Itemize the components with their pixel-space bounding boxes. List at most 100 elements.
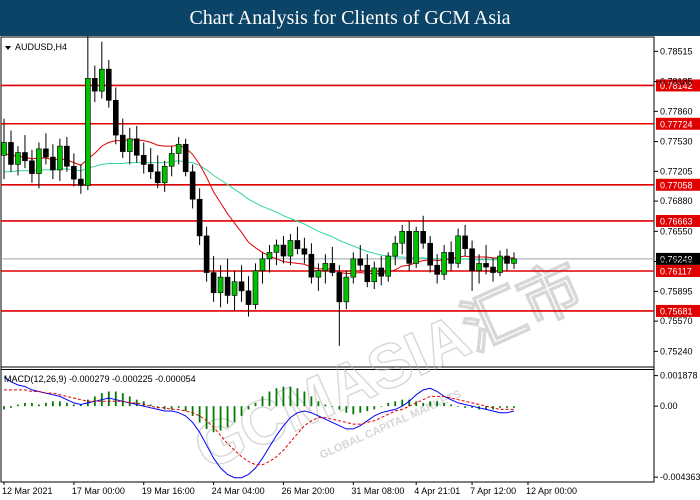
candle-body-down — [420, 231, 426, 244]
candle-body-down — [29, 160, 35, 174]
macd-tick-label: 0.00 — [660, 401, 678, 411]
macd-histogram-bar — [268, 391, 271, 407]
chart-header: Chart Analysis for Clients of GCM Asia — [0, 0, 700, 36]
candle-body-down — [112, 100, 119, 136]
price-tick-label: 0.75240 — [660, 346, 693, 356]
macd-histogram-bar — [506, 406, 508, 408]
time-tick-label: 19 Mar 16:00 — [142, 486, 195, 496]
chart-background — [0, 36, 700, 500]
candle-body-down — [329, 263, 336, 273]
macd-histogram-bar — [135, 399, 138, 407]
price-tick-label: 0.76550 — [660, 226, 693, 236]
candle-body-up — [175, 143, 182, 154]
candle-body-down — [92, 78, 98, 92]
macd-histogram-bar — [31, 402, 33, 407]
candle-body-down — [133, 138, 140, 156]
macd-histogram-bar — [303, 391, 306, 407]
macd-histogram-bar — [212, 406, 215, 433]
candle-body-up — [99, 68, 105, 92]
candle-body-down — [189, 171, 196, 200]
candle-body-down — [50, 156, 56, 171]
candle-body-down — [210, 272, 217, 294]
macd-histogram-bar — [198, 406, 201, 423]
price-tick-label: 0.78515 — [660, 46, 693, 56]
candle-body-up — [399, 231, 406, 244]
candle-body-up — [371, 267, 378, 283]
macd-histogram-bar — [310, 396, 313, 407]
time-tick-label: 12 Mar 2021 — [2, 486, 53, 496]
candle-body-up — [57, 145, 63, 171]
candle-body-up — [36, 148, 42, 174]
candle-body-down — [196, 198, 203, 237]
symbol-label: AUDUSD,H4 — [15, 42, 67, 52]
candle-body-up — [385, 255, 392, 277]
time-tick-label: 4 Apr 21:01 — [414, 486, 460, 496]
candle — [413, 226, 419, 268]
candle-body-down — [469, 248, 475, 272]
macd-histogram-bar — [387, 402, 390, 407]
macd-histogram-bar — [443, 402, 446, 407]
candle-body-up — [476, 263, 482, 272]
candle-body-up — [343, 276, 350, 303]
candle-body-down — [64, 145, 70, 167]
macd-histogram-bar — [121, 393, 124, 407]
macd-histogram-bar — [436, 401, 439, 407]
macd-histogram-bar — [52, 401, 54, 407]
chart-area[interactable]: GCMASIA汇市 GLOBAL CAPITAL MARKETS 0.78142… — [0, 36, 700, 500]
candle-body-down — [43, 148, 49, 158]
candle-body-down — [504, 255, 510, 264]
candle-body-up — [252, 270, 259, 305]
macd-histogram-bar — [72, 404, 75, 407]
candle-body-down — [336, 272, 343, 303]
price-tick-label: 0.76220 — [660, 257, 693, 267]
candle-body-down — [203, 235, 210, 273]
candle-body-down — [105, 68, 112, 101]
macd-histogram-bar — [45, 402, 47, 407]
macd-histogram-bar — [338, 406, 341, 410]
candle-body-down — [147, 164, 154, 173]
macd-histogram-bar — [457, 406, 460, 407]
macd-histogram-bar — [373, 406, 376, 410]
level-tag-label: 0.75681 — [660, 306, 693, 316]
macd-histogram-bar — [464, 406, 466, 408]
macd-histogram-bar — [114, 391, 117, 407]
macd-histogram-bar — [429, 401, 432, 407]
price-tick-label: 0.77530 — [660, 137, 693, 147]
price-tick-label: 0.76880 — [660, 196, 693, 206]
header-title: Chart Analysis for Clients of GCM Asia — [189, 6, 511, 29]
macd-histogram-bar — [247, 406, 250, 410]
macd-histogram-bar — [58, 401, 61, 407]
candle-body-up — [511, 258, 517, 264]
macd-histogram-bar — [254, 402, 257, 407]
candle-body-up — [350, 258, 357, 278]
candle-body-up — [315, 270, 322, 278]
candle-body-down — [154, 171, 161, 184]
candle-body-down — [301, 248, 308, 255]
macd-histogram-bar — [3, 406, 5, 410]
candle-body-up — [413, 231, 419, 264]
macd-histogram-bar — [331, 406, 334, 407]
candle-body-down — [238, 281, 245, 292]
macd-histogram-bar — [65, 402, 68, 407]
candle-body-down — [406, 231, 413, 264]
candle-body-down — [280, 244, 287, 257]
time-tick-label: 24 Mar 04:00 — [212, 486, 265, 496]
candle — [182, 138, 189, 177]
candle-body-down — [490, 266, 496, 273]
macd-histogram-bar — [394, 401, 397, 407]
candle-body-up — [455, 235, 461, 264]
level-tag-label: 0.77724 — [660, 119, 693, 129]
macd-histogram-bar — [10, 406, 12, 408]
macd-label: MACD(12,26,9) -0.000279 -0.000225 -0.000… — [4, 374, 196, 384]
macd-histogram-bar — [24, 402, 26, 407]
candle-body-up — [217, 276, 224, 294]
macd-histogram-bar — [226, 406, 229, 428]
time-tick-label: 17 Mar 00:00 — [72, 486, 125, 496]
candle-body-down — [119, 134, 126, 152]
macd-histogram-bar — [345, 406, 348, 413]
macd-histogram-bar — [513, 406, 515, 408]
time-tick-label: 26 Mar 20:00 — [281, 486, 334, 496]
macd-histogram-bar — [352, 406, 355, 415]
macd-histogram-bar — [359, 406, 362, 413]
macd-histogram-bar — [142, 401, 145, 407]
